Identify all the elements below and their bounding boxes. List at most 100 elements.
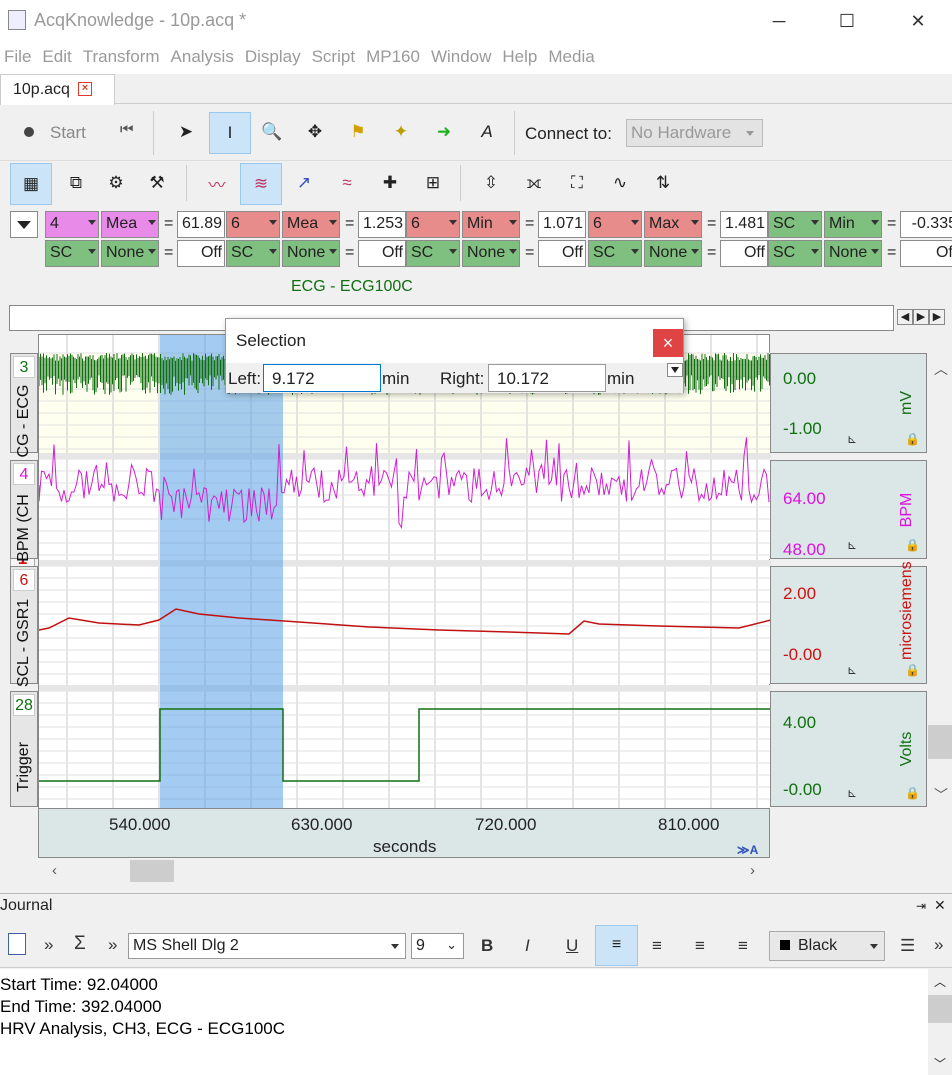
- overlap-icon[interactable]: ⧉: [57, 164, 95, 202]
- measurement-function-select[interactable]: Max: [644, 211, 702, 238]
- menu-window[interactable]: Window: [427, 42, 498, 67]
- measurement-channel-select[interactable]: 6: [588, 211, 642, 238]
- menu-display[interactable]: Display: [241, 42, 308, 67]
- more-icon[interactable]: »: [44, 935, 53, 955]
- scroll-up-icon[interactable]: ︿: [934, 973, 946, 990]
- close-button[interactable]: ✕: [895, 0, 941, 42]
- channel-label-4[interactable]: 4 BPM (CH: [10, 460, 38, 561]
- waveform-plot[interactable]: [39, 335, 771, 809]
- ibeam-tool-icon[interactable]: I: [209, 112, 251, 154]
- menu-help[interactable]: Help: [498, 42, 544, 67]
- journal-scrollbar[interactable]: ︿ ﹀: [928, 969, 952, 1075]
- measurement-channel-select[interactable]: SC: [406, 240, 460, 267]
- channel-label-28[interactable]: 28 Trigger: [10, 691, 38, 807]
- stacked-wave-icon[interactable]: ≋: [240, 163, 282, 205]
- measurement-channel-select[interactable]: SC: [768, 211, 822, 238]
- h-scroll-thumb[interactable]: [130, 860, 174, 882]
- cursor-icon[interactable]: ✚: [371, 164, 409, 202]
- list-icon[interactable]: ☰: [900, 936, 915, 956]
- more-icon[interactable]: »: [108, 935, 117, 955]
- font-size-select[interactable]: 9 ⌄: [411, 933, 464, 959]
- event-tool-icon[interactable]: ✦: [382, 113, 420, 151]
- underline-button[interactable]: U: [566, 936, 578, 956]
- menu-file[interactable]: File: [0, 42, 38, 67]
- vertical-scrollbar[interactable]: ︿ ﹀: [928, 355, 952, 807]
- menu-media[interactable]: Media: [544, 42, 601, 67]
- measurement-function-select[interactable]: None: [824, 240, 882, 267]
- channel-label-6[interactable]: 6 SCL - GSR1: [10, 566, 38, 687]
- lock-icon[interactable]: 🔒: [905, 786, 920, 800]
- left-input[interactable]: 9.172: [263, 364, 381, 392]
- horizontal-scale-icon[interactable]: ∿: [601, 164, 639, 202]
- measurement-function-select[interactable]: Min: [824, 211, 882, 238]
- pin-icon[interactable]: ⇥: [916, 899, 926, 913]
- overlay-wave-icon[interactable]: ≈: [328, 164, 366, 202]
- measurement-function-select[interactable]: None: [644, 240, 702, 267]
- gear-icon[interactable]: ⚙: [97, 164, 135, 202]
- autoscale-icon[interactable]: ⊾: [847, 538, 857, 552]
- dialog-close-button[interactable]: ×: [653, 329, 683, 357]
- nav-arrows[interactable]: ◀ ▶ ▶: [897, 309, 949, 327]
- scroll-up-icon[interactable]: ︿: [934, 359, 948, 379]
- end-icon[interactable]: ▶: [929, 309, 945, 325]
- close-tab-icon[interactable]: ×: [78, 82, 92, 96]
- measurement-channel-select[interactable]: 6: [406, 211, 460, 238]
- align-right-button[interactable]: ≡: [695, 936, 705, 956]
- swap-icon[interactable]: ⇅: [644, 164, 682, 202]
- autoscale-icon[interactable]: ⊾: [847, 432, 857, 446]
- measurement-channel-select[interactable]: 4: [45, 211, 99, 238]
- document-tab[interactable]: 10p.acq ×: [0, 74, 115, 105]
- forward-arrow-icon[interactable]: ➜: [425, 113, 463, 151]
- annotation-tool-icon[interactable]: A: [468, 113, 506, 151]
- journal-scroll-thumb[interactable]: [928, 995, 952, 1023]
- align-center-button[interactable]: ≡: [652, 936, 662, 956]
- grid-icon[interactable]: ▦: [10, 163, 52, 205]
- journal-editor[interactable]: Start Time: 92.04000 End Time: 392.04000…: [0, 969, 952, 1075]
- hardware-select[interactable]: No Hardware: [626, 119, 763, 147]
- lock-icon[interactable]: 🔒: [905, 663, 920, 677]
- prev-icon[interactable]: ◀: [897, 309, 913, 325]
- tools-icon[interactable]: ⚒: [138, 164, 176, 202]
- minimize-button[interactable]: ─: [756, 0, 802, 42]
- zoom-tool-icon[interactable]: 🔍: [253, 113, 291, 151]
- sigma-icon[interactable]: Σ: [74, 933, 86, 955]
- scroll-right-icon[interactable]: ›: [750, 862, 755, 879]
- measurement-toggle[interactable]: [10, 211, 38, 238]
- measurement-function-select[interactable]: Mea: [101, 211, 159, 238]
- menu-script[interactable]: Script: [308, 42, 362, 67]
- journal-close-icon[interactable]: ✕: [934, 897, 946, 914]
- x-axis[interactable]: 540.000 630.000 720.000 810.000 seconds …: [38, 808, 770, 858]
- wave-icon[interactable]: 〰: [198, 164, 236, 202]
- lock-icon[interactable]: 🔒: [905, 538, 920, 552]
- move-tool-icon[interactable]: ✥: [296, 113, 334, 151]
- more-icon[interactable]: »: [934, 935, 943, 955]
- flag-tool-icon[interactable]: ⚑: [339, 113, 377, 151]
- maximize-button[interactable]: ☐: [824, 0, 870, 42]
- menu-transform[interactable]: Transform: [79, 42, 167, 67]
- axis-scale-icon[interactable]: ≫A: [737, 843, 758, 857]
- measurement-channel-select[interactable]: SC: [588, 240, 642, 267]
- horizontal-scrollbar[interactable]: ‹ ›: [38, 858, 770, 886]
- new-document-icon[interactable]: [8, 933, 26, 955]
- measurement-channel-select[interactable]: SC: [226, 240, 280, 267]
- scroll-down-icon[interactable]: ﹀: [934, 1055, 946, 1072]
- measurement-function-select[interactable]: Mea: [282, 211, 340, 238]
- zoom-fit-icon[interactable]: ⛶: [558, 164, 596, 202]
- lock-icon[interactable]: 🔒: [905, 432, 920, 446]
- arrow-tool-icon[interactable]: ➤: [167, 113, 205, 151]
- channel-scale-3[interactable]: 0.00 -1.00 mV ⊾ 🔒: [770, 353, 927, 453]
- bold-button[interactable]: B: [481, 936, 493, 956]
- scroll-thumb[interactable]: [928, 725, 952, 759]
- rewind-icon[interactable]: ⏮: [120, 121, 134, 138]
- measurement-function-select[interactable]: Min: [462, 211, 520, 238]
- measurement-channel-select[interactable]: 6: [226, 211, 280, 238]
- color-select[interactable]: Black: [769, 931, 885, 961]
- italic-button[interactable]: I: [525, 936, 530, 956]
- right-input[interactable]: 10.172: [488, 364, 606, 392]
- menu-edit[interactable]: Edit: [38, 42, 78, 67]
- autoscale-icon[interactable]: ⇳: [472, 164, 510, 202]
- align-left-button[interactable]: ≡: [595, 925, 638, 966]
- autoscale-icon[interactable]: ⊾: [847, 786, 857, 800]
- start-button[interactable]: Start: [50, 123, 86, 143]
- xy-plot-icon[interactable]: ↗: [285, 164, 323, 202]
